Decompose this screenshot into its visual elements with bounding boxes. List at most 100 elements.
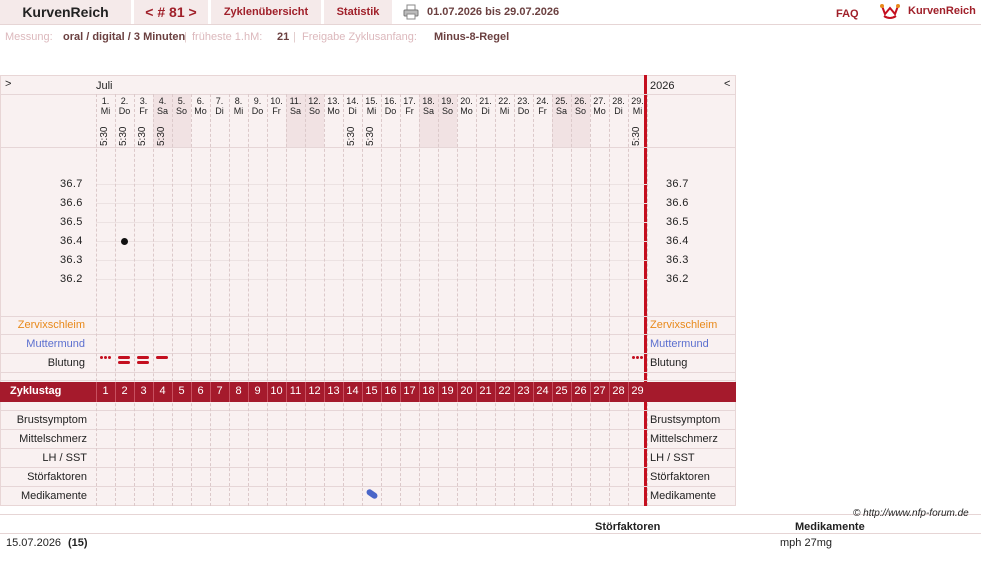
cycle-day-number: 11 [289,385,302,397]
day-grid-line [134,94,135,506]
cycle-day-number: 27 [593,385,606,397]
tab-zyklenuebersicht[interactable]: Zyklenübersicht [211,0,321,24]
cycle-day-number: 20 [460,385,473,397]
weekday: So [574,106,586,116]
cycle-day-number: 19 [441,385,454,397]
separator: | [293,31,296,43]
day-grid-line [495,94,496,506]
cycle-day-number: 26 [574,385,587,397]
day-number: 26. [574,96,587,106]
cycle-day-number: 4 [159,385,166,397]
nav-right-arrow[interactable]: < [724,78,730,90]
footer-divider [0,514,981,515]
day-number: 1. [101,96,110,106]
cycle-day-number: 21 [479,385,492,397]
day-number: 16. [384,96,397,106]
temp-grid-line [96,203,647,204]
day-number: 24. [536,96,549,106]
day-label: 20. Mo [457,96,476,116]
day-grid-line [172,94,173,506]
cycle-day-number: 16 [384,385,397,397]
weekday: Do [251,106,264,116]
day-number: 28. [612,96,625,106]
grid-line [0,316,736,317]
release-label: Freigabe Zyklusanfang: [302,31,417,43]
cycle-day-number: 9 [254,385,261,397]
weekday: Mo [327,106,340,116]
day-label: 22. Mi [495,96,514,116]
cycle-day-number: 28 [612,385,625,397]
entry-day: (15) [68,537,88,549]
app-title-tab[interactable]: KurvenReich [0,0,131,24]
day-grid-line [267,94,268,506]
day-number: 3. [139,96,148,106]
day-number: 17. [403,96,416,106]
day-grid-line [210,94,211,506]
day-label: 17. Fr [400,96,419,116]
row-label-right: Störfaktoren [650,471,710,483]
day-grid-line [191,94,192,506]
day-number: 2. [120,96,129,106]
col-medikamente: Medikamente [795,521,865,533]
bleeding-dot [100,356,103,359]
weekday: Sa [555,106,567,116]
day-label: 18. Sa [419,96,438,116]
day-label: 14. Di [343,96,362,116]
printer-icon[interactable] [403,4,419,20]
weekday: So [175,106,187,116]
day-grid-line [419,94,420,506]
day-grid-line [343,94,344,506]
temp-grid-line [96,260,647,261]
temp-label-left: 36.6 [60,197,83,209]
weekday: Do [118,106,131,116]
measure-time: 5:30 [365,126,376,146]
cycle-day-number: 3 [140,385,147,397]
day-number: 21. [479,96,492,106]
cycle-day-number: 25 [555,385,568,397]
measure-time: 5:30 [99,126,110,146]
day-label: 6. Mo [191,96,210,116]
bleeding-dot [108,356,111,359]
temp-label-left: 36.3 [60,254,83,266]
cycle-day-number: 22 [498,385,511,397]
tab-statistik[interactable]: Statistik [324,0,392,24]
day-label: 11. Sa [286,96,305,116]
zyklustag-bar: Zyklustag 1 2 3 4 5 6 7 8 9 10 11 12 13 14 15 16 17 18 19 20… [0,382,736,402]
cycle-day-number: 1 [102,385,109,397]
weekday: Sa [289,106,301,116]
day-number: 19. [441,96,454,106]
nav-left-arrow[interactable]: > [5,78,11,90]
entry-date: 15.07.2026 [6,537,62,549]
cycle-day-number: 5 [178,385,185,397]
day-grid-line [362,94,363,506]
day-grid-line [590,94,591,506]
cycle-day-number: 14 [346,385,359,397]
day-number: 5. [177,96,186,106]
copyright: © http://www.nfp-forum.de [853,508,969,519]
footer-header-divider [0,533,981,534]
cycle-day-number: 7 [216,385,223,397]
grid-line [0,334,736,335]
col-stoerfaktoren: Störfaktoren [595,521,661,533]
day-grid-line [305,94,306,506]
row-label-right: Medikamente [650,490,717,502]
cycle-day-number: 10 [270,385,283,397]
bleeding-dot [636,356,639,359]
day-number: 9. [253,96,262,106]
bleeding-bar [118,361,130,364]
cycle-nav[interactable]: < # 81 > [134,0,208,24]
temp-grid-line [96,279,647,280]
cycle-day-number: 17 [403,385,416,397]
day-number: 12. [308,96,321,106]
temp-grid-line [96,222,647,223]
day-label: 27. Mo [590,96,609,116]
weekday: Di [614,106,623,116]
faq-link[interactable]: FAQ [836,8,859,20]
weekday: Mi [632,106,643,116]
day-number: 14. [346,96,359,106]
day-number: 20. [460,96,473,106]
day-label: 12. So [305,96,324,116]
bleeding-dot [640,356,643,359]
weekday: Mi [100,106,111,116]
row-label-left: Brustsymptom [16,414,87,426]
